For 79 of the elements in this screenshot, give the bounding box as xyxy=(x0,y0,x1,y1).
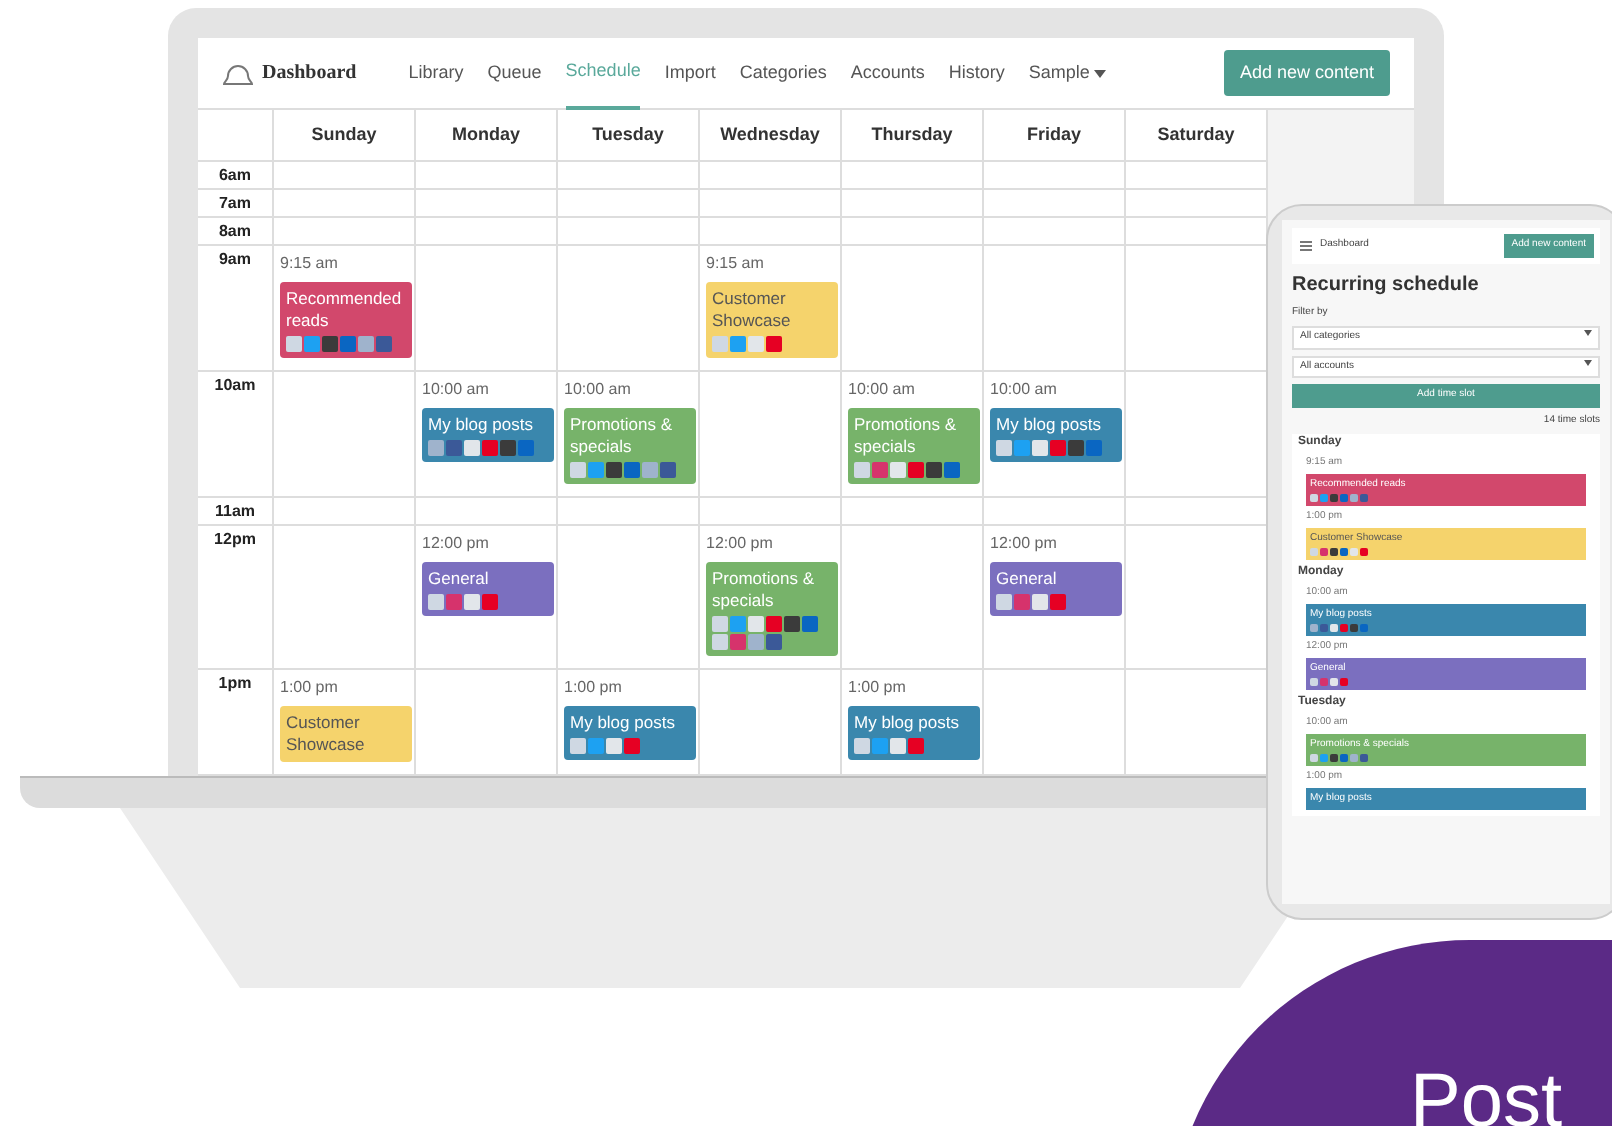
event-card[interactable]: Recommended reads xyxy=(280,282,412,358)
event-card[interactable]: Customer Showcase xyxy=(706,282,838,358)
nav-link[interactable]: History xyxy=(948,37,1005,109)
nav-link[interactable]: Schedule xyxy=(565,37,641,109)
event-title: Promotions & specials xyxy=(854,414,959,458)
day-header: Thursday xyxy=(842,110,984,162)
day-header: Tuesday xyxy=(558,110,700,162)
hour-label: 10am xyxy=(214,374,256,398)
event-card[interactable]: My blog posts xyxy=(564,706,696,760)
calendar-cell xyxy=(842,218,984,246)
event-time: 12:00 pm xyxy=(422,532,491,556)
event-time: 1:00 pm xyxy=(848,676,908,700)
day-header: Wednesday xyxy=(700,110,842,162)
brand-name: Dashboard xyxy=(262,60,357,88)
event-title: Customer Showcase xyxy=(712,288,793,332)
event-time: 10:00 am xyxy=(564,378,633,402)
event-title: Customer Showcase xyxy=(286,712,367,756)
event-card[interactable]: Promotions & specials xyxy=(706,562,838,656)
event-card[interactable]: My blog posts xyxy=(990,408,1122,462)
event-title: Recommended reads xyxy=(286,288,404,332)
calendar-cell xyxy=(416,190,558,218)
nav-link[interactable]: Import xyxy=(664,37,716,109)
event-card[interactable]: Promotions & specials xyxy=(564,408,696,484)
nav-link[interactable]: Categories xyxy=(739,37,827,109)
calendar-cell xyxy=(842,162,984,190)
calendar-cell xyxy=(558,190,700,218)
caret-icon xyxy=(1093,69,1106,77)
calendar-cell xyxy=(984,218,1126,246)
caret-icon xyxy=(1584,330,1592,336)
event-time: 10:00 am xyxy=(422,378,491,402)
calendar-cell xyxy=(558,218,700,246)
calendar-cell xyxy=(416,162,558,190)
hour-label: 8am xyxy=(218,220,251,244)
event-title: My blog posts xyxy=(428,414,535,436)
calendar-cell xyxy=(700,190,842,218)
hour-label: 11am xyxy=(214,500,256,524)
event-title: Promotions & specials xyxy=(712,568,817,612)
calendar-cell xyxy=(558,162,700,190)
calendar-cell xyxy=(700,162,842,190)
nav-link[interactable]: Queue xyxy=(487,37,542,109)
event-title: Promotions & specials xyxy=(570,414,675,458)
event-title: My blog posts xyxy=(996,414,1103,436)
day-header: Friday xyxy=(984,110,1126,162)
calendar-cell xyxy=(416,218,558,246)
event-card[interactable]: Promotions & specials xyxy=(848,408,980,484)
nav-link[interactable]: Sample xyxy=(1028,37,1106,109)
calendar-cell xyxy=(984,190,1126,218)
nav-link[interactable]: Library xyxy=(408,37,464,109)
hour-label: 7am xyxy=(218,192,251,216)
event-time: 12:00 pm xyxy=(706,532,775,556)
nav-link[interactable]: Accounts xyxy=(850,37,925,109)
event-time: 10:00 am xyxy=(990,378,1059,402)
day-header: Sunday xyxy=(274,110,416,162)
add-content-button[interactable]: Add new content xyxy=(1223,49,1390,97)
event-title: My blog posts xyxy=(854,712,961,734)
event-card[interactable]: My blog posts xyxy=(422,408,554,462)
event-card[interactable]: General xyxy=(990,562,1122,616)
hour-label: 12pm xyxy=(214,528,256,552)
page-title: Recurring schedule xyxy=(1292,271,1481,299)
event-card[interactable]: My blog posts xyxy=(848,706,980,760)
event-time: 10:00 am xyxy=(848,378,917,402)
calendar-cell xyxy=(984,162,1126,190)
event-card[interactable]: General xyxy=(422,562,554,616)
hour-label: 1pm xyxy=(218,672,252,696)
event-card[interactable]: Customer Showcase xyxy=(280,706,412,762)
event-title: My blog posts xyxy=(570,712,677,734)
event-title: General xyxy=(996,568,1059,590)
day-header: Monday xyxy=(416,110,558,162)
event-title: General xyxy=(428,568,491,590)
hour-label: 6am xyxy=(218,164,251,188)
event-time: 1:00 pm xyxy=(280,676,340,700)
event-time: 9:15 am xyxy=(280,252,340,276)
hour-label: 9am xyxy=(218,248,251,272)
caret-icon xyxy=(1584,359,1592,365)
menu-icon xyxy=(1298,237,1314,254)
calendar-cell xyxy=(842,190,984,218)
event-time: 12:00 pm xyxy=(990,532,1059,556)
event-time: 1:00 pm xyxy=(564,676,624,700)
event-time: 9:15 am xyxy=(706,252,766,276)
